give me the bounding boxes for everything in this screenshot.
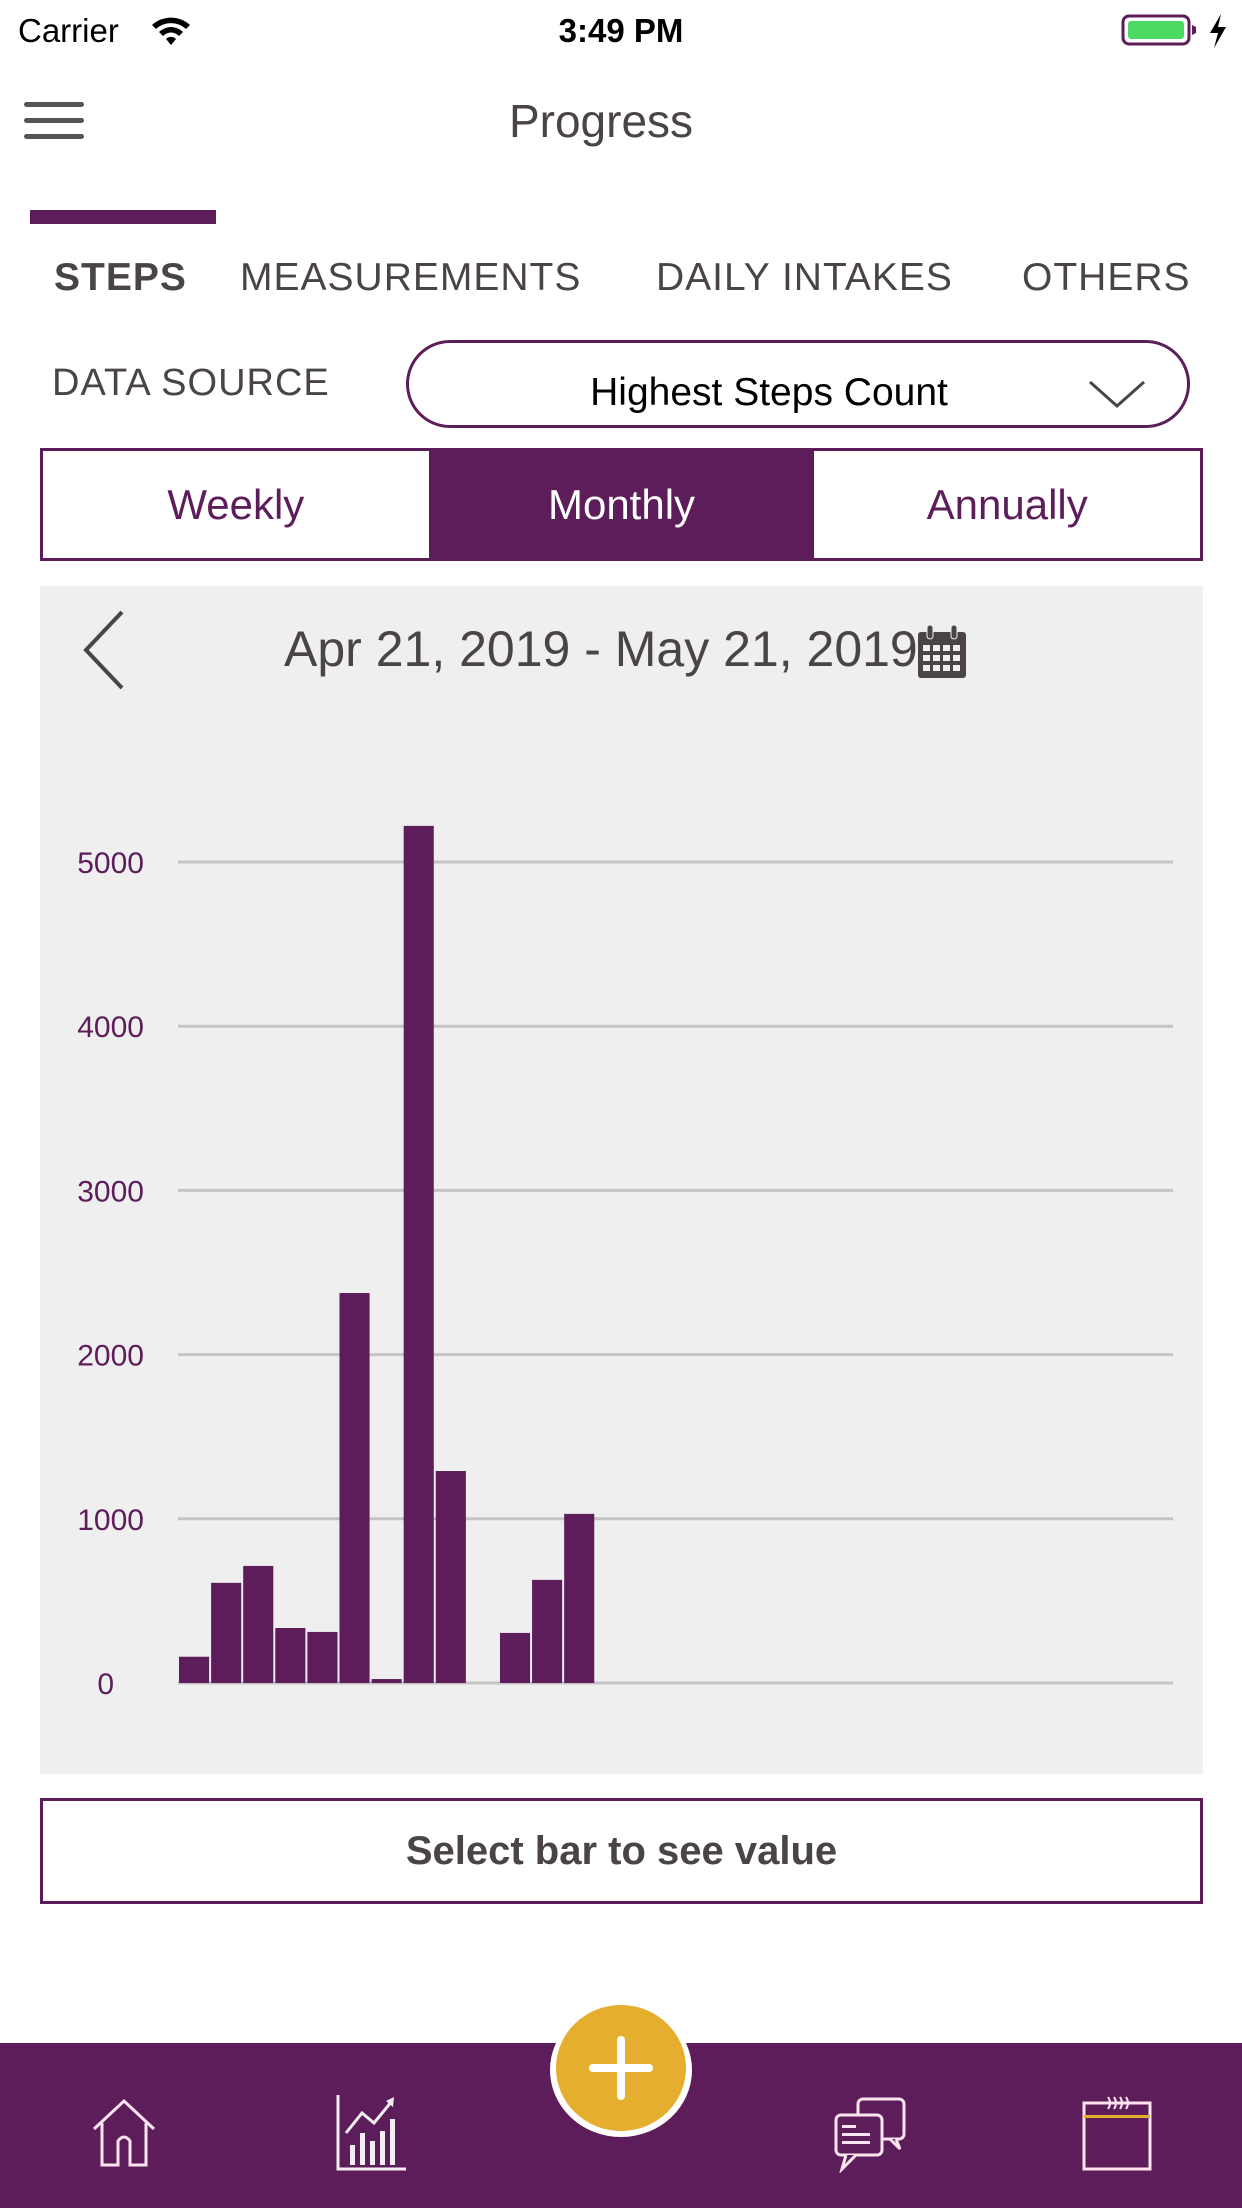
data-source-selected-value: Highest Steps Count xyxy=(590,371,948,414)
calendar-icon[interactable] xyxy=(916,624,968,680)
date-range-label: Apr 21, 2019 - May 21, 2019 xyxy=(284,621,918,677)
period-segmented-control: Weekly Monthly Annually xyxy=(40,448,1203,561)
selected-bar-value-text: Select bar to see value xyxy=(405,1828,838,1873)
y-tick-label: 3000 xyxy=(77,1175,144,1208)
y-tick-label: 2000 xyxy=(77,1340,144,1373)
bar-may-2[interactable] xyxy=(532,1579,563,1683)
tab-others[interactable]: OTHERS xyxy=(1022,256,1191,300)
bar-may-3[interactable] xyxy=(564,1513,595,1683)
home-icon[interactable] xyxy=(84,2093,164,2173)
notebook-icon[interactable] xyxy=(1078,2093,1158,2173)
messages-icon[interactable] xyxy=(830,2093,910,2173)
add-icon xyxy=(556,2005,686,2131)
previous-period-icon[interactable] xyxy=(78,608,128,692)
y-tick-label: 5000 xyxy=(77,847,144,880)
progress-chart-icon[interactable] xyxy=(332,2093,412,2173)
bar-apr-21[interactable] xyxy=(179,1656,210,1683)
active-tab-indicator xyxy=(30,210,216,224)
page-title: Progress xyxy=(508,95,694,147)
status-bar: Carrier 3:49 PM xyxy=(0,0,1242,60)
y-tick-label: 4000 xyxy=(77,1011,144,1044)
category-tabs: STEPS MEASUREMENTS DAILY INTAKES OTHERS xyxy=(0,256,1242,306)
data-source-label: DATA SOURCE xyxy=(52,362,330,404)
period-monthly-button[interactable]: Monthly xyxy=(428,451,815,558)
bar-apr-29[interactable] xyxy=(435,1471,466,1683)
add-entry-button[interactable] xyxy=(550,2003,692,2137)
chevron-down-icon xyxy=(1089,380,1145,409)
selected-bar-value-box: Select bar to see value xyxy=(40,1798,1203,1904)
bar-apr-27[interactable] xyxy=(371,1679,402,1683)
steps-bar-chart: 0 1000 2000 3000 4000 5000 xyxy=(77,825,1173,1701)
bar-apr-24[interactable] xyxy=(275,1627,306,1683)
y-tick-label: 1000 xyxy=(77,1504,144,1537)
chart-card: 0 1000 2000 3000 4000 5000 Apr 21, 2019 - May… xyxy=(40,586,1203,1774)
bar-may-1[interactable] xyxy=(499,1632,531,1683)
bar-apr-22[interactable] xyxy=(211,1582,242,1683)
bar-apr-26[interactable] xyxy=(339,1293,370,1683)
charging-bolt-icon xyxy=(1210,14,1226,48)
period-annually-button[interactable]: Annually xyxy=(814,451,1200,558)
bar-apr-28[interactable] xyxy=(403,825,434,1683)
data-source-dropdown[interactable]: Highest Steps Count xyxy=(406,340,1190,428)
tab-steps[interactable]: STEPS xyxy=(54,256,187,300)
tab-daily-intakes[interactable]: DAILY INTAKES xyxy=(656,256,953,300)
period-weekly-button[interactable]: Weekly xyxy=(43,451,429,558)
battery-icon xyxy=(1121,14,1196,46)
y-tick-label: 0 xyxy=(97,1668,114,1701)
bar-apr-23[interactable] xyxy=(243,1565,274,1683)
clock: 3:49 PM xyxy=(558,12,684,49)
bar-apr-25[interactable] xyxy=(307,1631,338,1683)
tab-measurements[interactable]: MEASUREMENTS xyxy=(240,256,581,300)
